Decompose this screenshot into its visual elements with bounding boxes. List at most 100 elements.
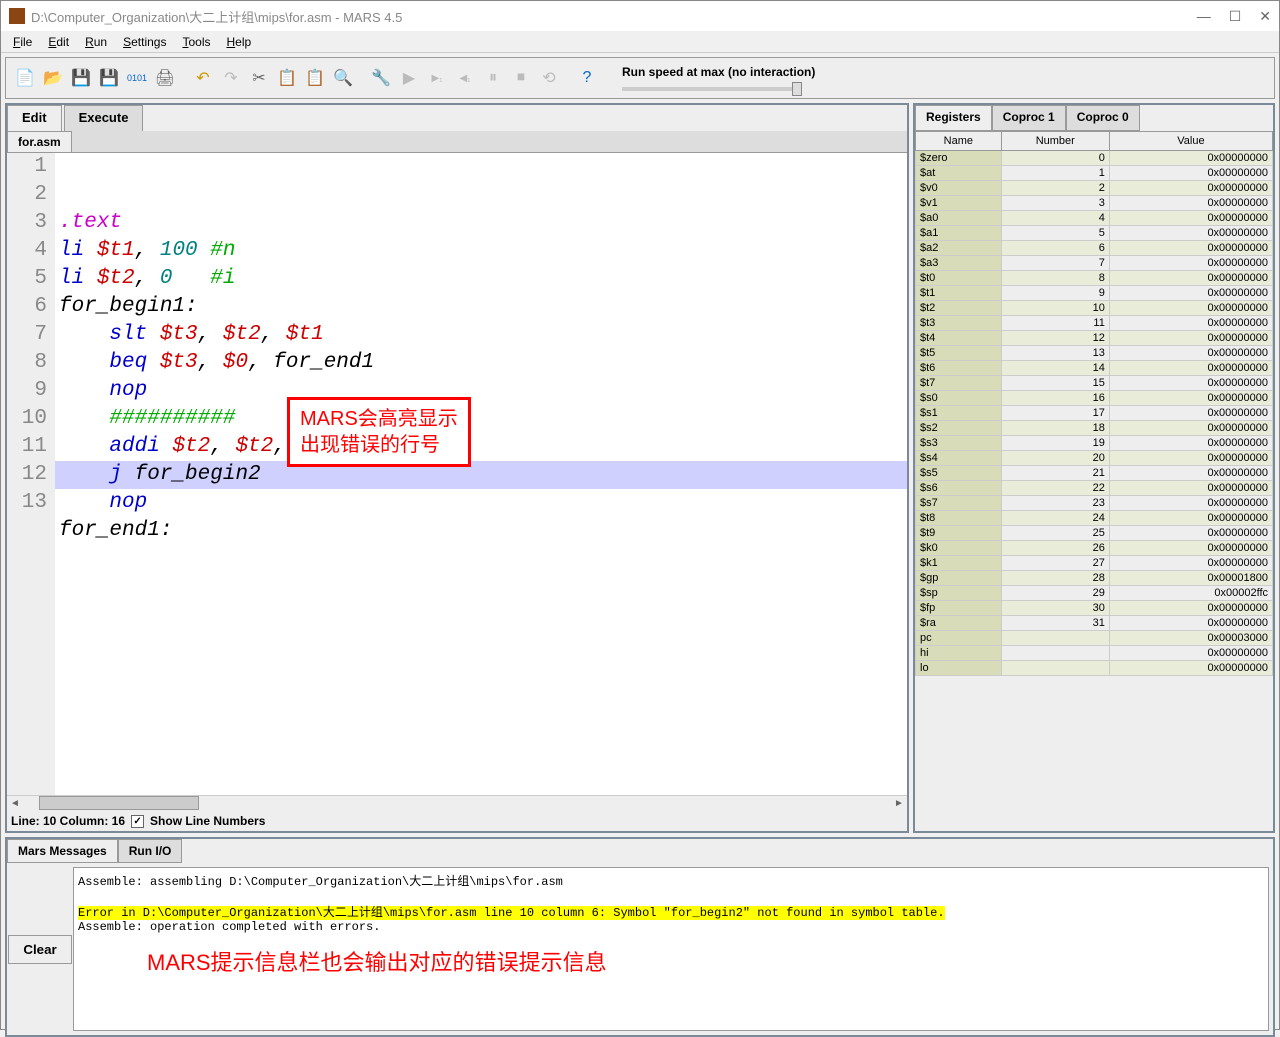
code-line[interactable]: ########## bbox=[55, 405, 907, 433]
undo-icon[interactable]: ↶ bbox=[190, 65, 216, 91]
code-line[interactable]: addi $t2, $t2, 1 #i++ bbox=[55, 433, 907, 461]
code-line[interactable]: for_begin1: bbox=[55, 293, 907, 321]
code-content[interactable]: .textli $t1, 100 #nli $t2, 0 #ifor_begin… bbox=[55, 153, 907, 795]
tab-mars-messages[interactable]: Mars Messages bbox=[7, 839, 118, 863]
register-row[interactable]: $k0260x00000000 bbox=[916, 541, 1273, 556]
register-row[interactable]: $t5130x00000000 bbox=[916, 346, 1273, 361]
menu-file[interactable]: File bbox=[7, 33, 38, 51]
show-line-numbers-label: Show Line Numbers bbox=[150, 814, 265, 828]
tab-registers[interactable]: Registers bbox=[915, 105, 992, 131]
minimize-button[interactable]: — bbox=[1197, 8, 1211, 25]
register-row[interactable]: $t4120x00000000 bbox=[916, 331, 1273, 346]
redo-icon[interactable]: ↷ bbox=[218, 65, 244, 91]
stop-icon[interactable]: ⏹ bbox=[508, 65, 534, 91]
cut-icon[interactable]: ✂ bbox=[246, 65, 272, 91]
register-row[interactable]: $v020x00000000 bbox=[916, 181, 1273, 196]
maximize-button[interactable]: ☐ bbox=[1229, 8, 1242, 25]
app-icon bbox=[9, 8, 25, 24]
step-icon[interactable]: ▶₁ bbox=[424, 65, 450, 91]
menubar: File Edit Run Settings Tools Help bbox=[1, 31, 1279, 53]
register-row[interactable]: lo0x00000000 bbox=[916, 661, 1273, 676]
show-line-numbers-checkbox[interactable]: ✓ bbox=[131, 815, 144, 828]
code-line[interactable]: nop bbox=[55, 489, 907, 517]
close-button[interactable]: ✕ bbox=[1259, 8, 1271, 25]
register-row[interactable]: $sp290x00002ffc bbox=[916, 586, 1273, 601]
register-row[interactable]: $s7230x00000000 bbox=[916, 496, 1273, 511]
tab-execute[interactable]: Execute bbox=[64, 105, 144, 131]
register-row[interactable]: $a260x00000000 bbox=[916, 241, 1273, 256]
register-row[interactable]: $at10x00000000 bbox=[916, 166, 1273, 181]
register-row[interactable]: $s3190x00000000 bbox=[916, 436, 1273, 451]
run-icon[interactable]: ▶ bbox=[396, 65, 422, 91]
register-row[interactable]: $t3110x00000000 bbox=[916, 316, 1273, 331]
code-line[interactable]: nop bbox=[55, 377, 907, 405]
register-row[interactable]: $t8240x00000000 bbox=[916, 511, 1273, 526]
clear-button[interactable]: Clear bbox=[8, 935, 71, 964]
register-row[interactable]: $s0160x00000000 bbox=[916, 391, 1273, 406]
msg-error: Error in D:\Computer_Organization\大二上计组\… bbox=[78, 906, 945, 920]
open-file-icon[interactable]: 📂 bbox=[40, 65, 66, 91]
window-title: D:\Computer_Organization\大二上计组\mips\for.… bbox=[31, 7, 1197, 26]
menu-settings[interactable]: Settings bbox=[117, 33, 172, 51]
help-icon[interactable]: ? bbox=[574, 65, 600, 91]
register-row[interactable]: $v130x00000000 bbox=[916, 196, 1273, 211]
code-line[interactable]: .text bbox=[55, 209, 907, 237]
code-line[interactable]: li $t2, 0 #i bbox=[55, 265, 907, 293]
tab-run-io[interactable]: Run I/O bbox=[118, 839, 183, 863]
toolbar: 📄 📂 💾 💾 0101 🖨 ↶ ↷ ✂ 📋 📋 🔍 🔧 ▶ ▶₁ ◀₁ ⏸ ⏹… bbox=[5, 57, 1275, 99]
register-row[interactable]: $t9250x00000000 bbox=[916, 526, 1273, 541]
register-row[interactable]: $a150x00000000 bbox=[916, 226, 1273, 241]
paste-icon[interactable]: 📋 bbox=[302, 65, 328, 91]
annotation-messages: MARS提示信息栏也会输出对应的错误提示信息 bbox=[147, 945, 607, 977]
save-as-icon[interactable]: 💾 bbox=[96, 65, 122, 91]
print-icon[interactable]: 🖨 bbox=[152, 65, 178, 91]
code-line[interactable]: j for_begin2 bbox=[55, 461, 907, 489]
file-tab[interactable]: for.asm bbox=[7, 131, 72, 152]
register-row[interactable]: $t2100x00000000 bbox=[916, 301, 1273, 316]
tab-coproc1[interactable]: Coproc 1 bbox=[992, 105, 1066, 131]
dump-icon[interactable]: 0101 bbox=[124, 65, 150, 91]
pause-icon[interactable]: ⏸ bbox=[480, 65, 506, 91]
register-row[interactable]: $a370x00000000 bbox=[916, 256, 1273, 271]
register-row[interactable]: $ra310x00000000 bbox=[916, 616, 1273, 631]
register-row[interactable]: $s6220x00000000 bbox=[916, 481, 1273, 496]
register-row[interactable]: $s5210x00000000 bbox=[916, 466, 1273, 481]
tab-edit[interactable]: Edit bbox=[7, 105, 62, 131]
code-line[interactable]: for_end1: bbox=[55, 517, 907, 545]
code-editor[interactable]: 12345678910111213 .textli $t1, 100 #nli … bbox=[7, 153, 907, 795]
assemble-icon[interactable]: 🔧 bbox=[368, 65, 394, 91]
register-row[interactable]: $gp280x00001800 bbox=[916, 571, 1273, 586]
menu-tools[interactable]: Tools bbox=[176, 33, 216, 51]
code-line[interactable]: li $t1, 100 #n bbox=[55, 237, 907, 265]
speed-label: Run speed at max (no interaction) bbox=[622, 65, 815, 79]
speed-slider[interactable] bbox=[622, 87, 802, 91]
register-row[interactable]: $a040x00000000 bbox=[916, 211, 1273, 226]
code-line[interactable] bbox=[55, 545, 907, 573]
menu-help[interactable]: Help bbox=[220, 33, 257, 51]
step-back-icon[interactable]: ◀₁ bbox=[452, 65, 478, 91]
register-row[interactable]: $t7150x00000000 bbox=[916, 376, 1273, 391]
tab-coproc0[interactable]: Coproc 0 bbox=[1066, 105, 1140, 131]
reset-icon[interactable]: ⟲ bbox=[536, 65, 562, 91]
menu-edit[interactable]: Edit bbox=[42, 33, 75, 51]
register-row[interactable]: pc0x00003000 bbox=[916, 631, 1273, 646]
register-row[interactable]: $t6140x00000000 bbox=[916, 361, 1273, 376]
find-icon[interactable]: 🔍 bbox=[330, 65, 356, 91]
register-row[interactable]: $fp300x00000000 bbox=[916, 601, 1273, 616]
register-row[interactable]: $s4200x00000000 bbox=[916, 451, 1273, 466]
register-row[interactable]: $s2180x00000000 bbox=[916, 421, 1273, 436]
save-icon[interactable]: 💾 bbox=[68, 65, 94, 91]
code-line[interactable]: beq $t3, $0, for_end1 bbox=[55, 349, 907, 377]
menu-run[interactable]: Run bbox=[79, 33, 113, 51]
register-row[interactable]: $k1270x00000000 bbox=[916, 556, 1273, 571]
copy-icon[interactable]: 📋 bbox=[274, 65, 300, 91]
register-row[interactable]: $zero00x00000000 bbox=[916, 151, 1273, 166]
new-file-icon[interactable]: 📄 bbox=[12, 65, 38, 91]
register-row[interactable]: $s1170x00000000 bbox=[916, 406, 1273, 421]
registers-table[interactable]: Name Number Value $zero00x00000000$at10x… bbox=[915, 131, 1273, 831]
register-row[interactable]: hi0x00000000 bbox=[916, 646, 1273, 661]
scrollbar-horizontal[interactable]: ◄► bbox=[7, 795, 907, 811]
code-line[interactable]: slt $t3, $t2, $t1 bbox=[55, 321, 907, 349]
register-row[interactable]: $t080x00000000 bbox=[916, 271, 1273, 286]
register-row[interactable]: $t190x00000000 bbox=[916, 286, 1273, 301]
